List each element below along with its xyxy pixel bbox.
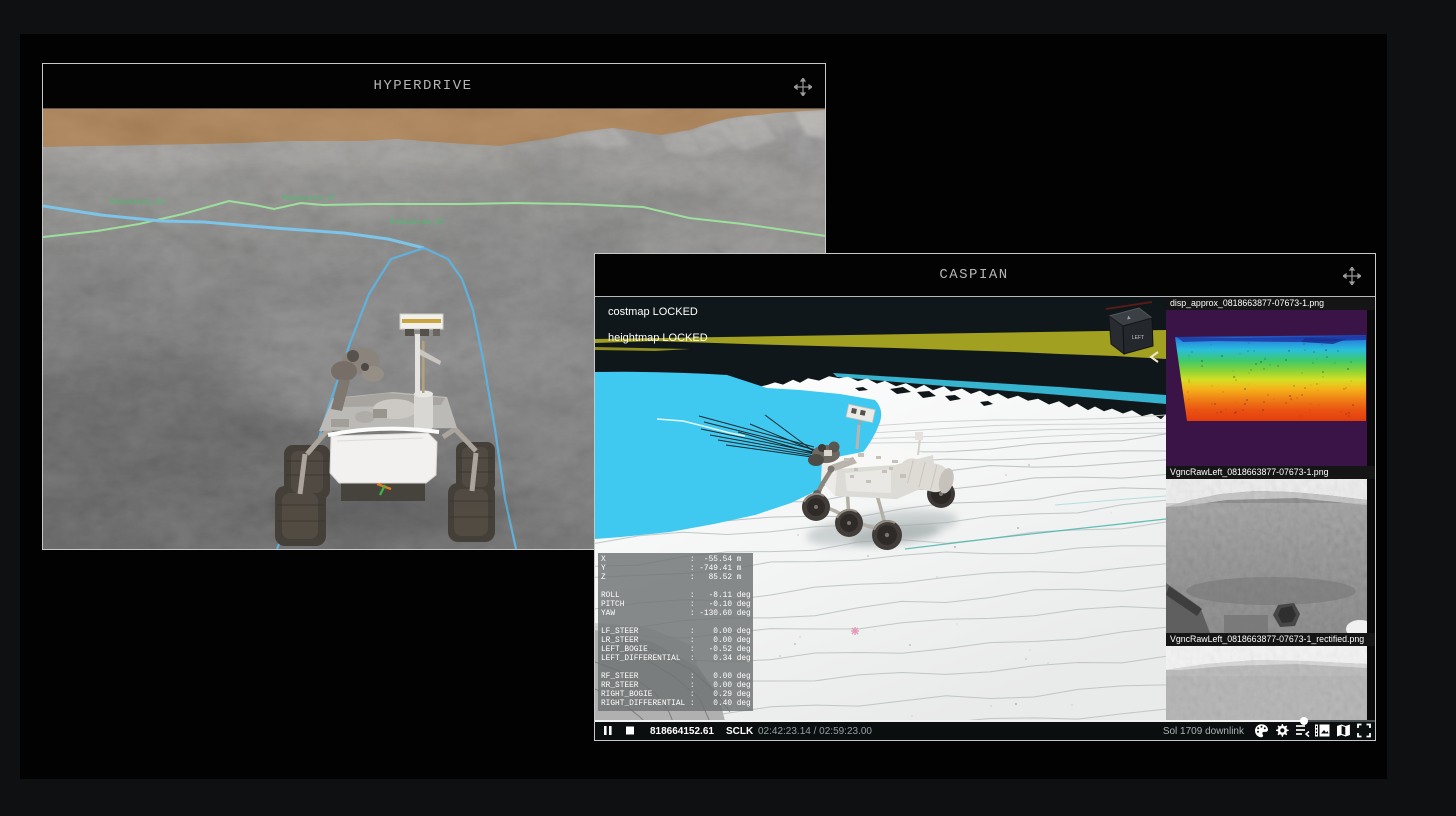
svg-text:LEFT: LEFT — [1132, 335, 1144, 341]
svg-text:Msbikatch_07: Msbikatch_07 — [282, 195, 336, 203]
svg-text:Msbikatch_04: Msbikatch_04 — [110, 199, 165, 207]
svg-text:SCLK: SCLK — [726, 726, 754, 737]
svg-text:Sol 1709 downlink: Sol 1709 downlink — [1163, 726, 1245, 737]
svg-text:Msbikatom_02: Msbikatom_02 — [390, 219, 444, 227]
svg-text:818664152.61: 818664152.61 — [650, 726, 714, 737]
svg-text:heightmap LOCKED: heightmap LOCKED — [608, 332, 708, 344]
svg-text:02:42:23.14 / 02:59:23.00: 02:42:23.14 / 02:59:23.00 — [758, 726, 872, 737]
svg-text:costmap LOCKED: costmap LOCKED — [608, 306, 698, 318]
